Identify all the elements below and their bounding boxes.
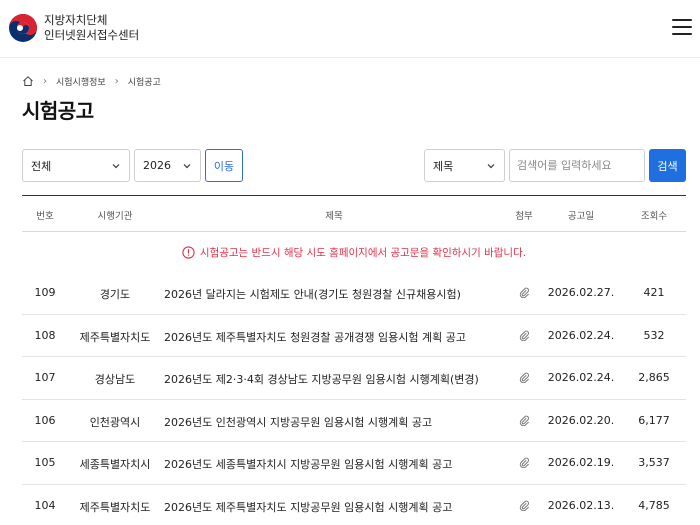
row-date: 2026.02.27. <box>547 286 615 299</box>
chevron-down-icon <box>487 164 495 169</box>
chevron-down-icon <box>112 164 120 169</box>
row-number: 106 <box>34 413 56 427</box>
row-organization: 세종특별자치시 <box>79 458 151 471</box>
attachment-icon[interactable] <box>510 371 538 386</box>
table-header: 번호 시행기관 제목 첨부 공고일 조회수 <box>22 196 686 232</box>
row-title-link[interactable]: 2026년도 인천광역시 지방공무원 임용시험 시행계획 공고 <box>164 414 504 430</box>
go-button[interactable]: 이동 <box>205 149 243 182</box>
search-field-select[interactable]: 제목 <box>424 149 505 182</box>
row-date: 2026.02.19. <box>547 456 615 469</box>
column-header-title: 제목 <box>325 211 343 222</box>
attachment-icon[interactable] <box>510 414 538 429</box>
search-field-value: 제목 <box>433 159 454 173</box>
table-row[interactable]: 106 인천광역시 2026년도 인천광역시 지방공무원 임용시험 시행계획 공고 2… <box>22 400 686 442</box>
table-row[interactable]: 108 제주특별자치도 2026년도 제주특별자치도 청원경찰 공개경쟁 임용시험 … <box>22 315 686 357</box>
chevron-right-icon: › <box>114 75 119 87</box>
row-number: 104 <box>34 498 56 512</box>
row-number: 105 <box>34 456 56 469</box>
row-number: 109 <box>34 286 56 299</box>
region-select-value: 전체 <box>31 159 52 173</box>
row-organization: 제주특별자치도 <box>79 330 151 344</box>
search-button[interactable]: 검색 <box>649 149 686 182</box>
row-title-link[interactable]: 2026년도 제2·3·4회 경상남도 지방공무원 임용시험 시행계획(변경) <box>164 371 504 387</box>
column-header-views: 조회수 <box>640 211 668 222</box>
attachment-icon[interactable] <box>510 329 538 344</box>
row-title-link[interactable]: 2026년도 제주특별자치도 청원경찰 공개경쟁 임용시험 계획 공고 <box>164 329 504 345</box>
region-select[interactable]: 전체 <box>22 149 130 182</box>
row-views: 6,177 <box>638 413 670 427</box>
row-views: 3,537 <box>638 456 670 469</box>
row-date: 2026.02.20. <box>547 413 615 427</box>
site-name-line2: 인터넷원서접수센터 <box>44 28 140 42</box>
notice-text: 시험공고는 반드시 해당 시도 홈페이지에서 공고문을 확인하시기 바랍니다. <box>199 246 527 259</box>
table-row[interactable]: 104 제주특별자치도 2026년도 제주특별자치도 지방공무원 임용시험 시행계획… <box>22 485 686 525</box>
chevron-right-icon: › <box>43 75 47 87</box>
row-title-link[interactable]: 2026년도 세종특별자치시 지방공무원 임용시험 시행계획 공고 <box>164 456 504 472</box>
row-views: 532 <box>643 328 665 342</box>
year-select[interactable]: 2026 <box>134 149 201 182</box>
notice-table: 번호 시행기관 제목 첨부 공고일 조회수 시험공고는 반드시 해당 시도 홈페… <box>22 195 686 525</box>
site-header: 지방자치단체 인터넷원서접수센터 <box>0 0 700 58</box>
row-views: 421 <box>643 286 665 299</box>
breadcrumb-item-exam-notice[interactable]: 시험공고 <box>128 75 161 88</box>
alert-circle-icon <box>182 245 195 259</box>
row-organization: 경상남도 <box>94 373 136 386</box>
table-row[interactable]: 109 경기도 2026년 달라지는 시험제도 안내(경기도 청원경찰 신규채용시험… <box>22 272 686 315</box>
notice-banner: 시험공고는 반드시 해당 시도 홈페이지에서 공고문을 확인하시기 바랍니다. <box>22 232 686 272</box>
row-date: 2026.02.24. <box>547 371 615 384</box>
chevron-down-icon <box>183 164 191 169</box>
row-views: 2,865 <box>638 371 670 384</box>
government-logo-icon[interactable] <box>8 13 38 43</box>
site-name[interactable]: 지방자치단체 인터넷원서접수센터 <box>44 13 139 43</box>
hamburger-menu-icon[interactable] <box>672 19 692 37</box>
page-title: 시험공고 <box>22 99 94 123</box>
site-name-line1: 지방자치단체 <box>44 13 108 27</box>
attachment-icon[interactable] <box>510 499 538 514</box>
year-select-value: 2026 <box>143 159 171 172</box>
row-organization: 경기도 <box>99 288 131 301</box>
search-input[interactable] <box>509 149 645 182</box>
table-row[interactable]: 105 세종특별자치시 2026년도 세종특별자치시 지방공무원 임용시험 시행계획… <box>22 442 686 485</box>
column-header-org: 시행기관 <box>97 211 133 222</box>
row-date: 2026.02.13. <box>547 498 615 512</box>
table-row[interactable]: 107 경상남도 2026년도 제2·3·4회 경상남도 지방공무원 임용시험 시행… <box>22 357 686 400</box>
attachment-icon[interactable] <box>510 456 538 471</box>
attachment-icon[interactable] <box>510 286 538 301</box>
row-number: 108 <box>34 328 56 342</box>
home-icon[interactable] <box>22 75 34 87</box>
row-title-link[interactable]: 2026년도 제주특별자치도 지방공무원 임용시험 시행계획 공고 <box>164 499 504 515</box>
row-date: 2026.02.24. <box>547 328 615 342</box>
breadcrumb-item-exam-info[interactable]: 시험시행정보 <box>56 75 106 88</box>
column-header-date: 공고일 <box>567 211 595 222</box>
row-title-link[interactable]: 2026년 달라지는 시험제도 안내(경기도 청원경찰 신규채용시험) <box>164 286 504 302</box>
column-header-attach: 첨부 <box>515 211 533 222</box>
breadcrumb: › 시험시행정보 › 시험공고 <box>22 74 161 88</box>
row-organization: 인천광역시 <box>89 415 141 429</box>
row-number: 107 <box>34 371 56 384</box>
column-header-no: 번호 <box>36 211 54 222</box>
row-organization: 제주특별자치도 <box>79 500 151 514</box>
row-views: 4,785 <box>638 498 670 512</box>
